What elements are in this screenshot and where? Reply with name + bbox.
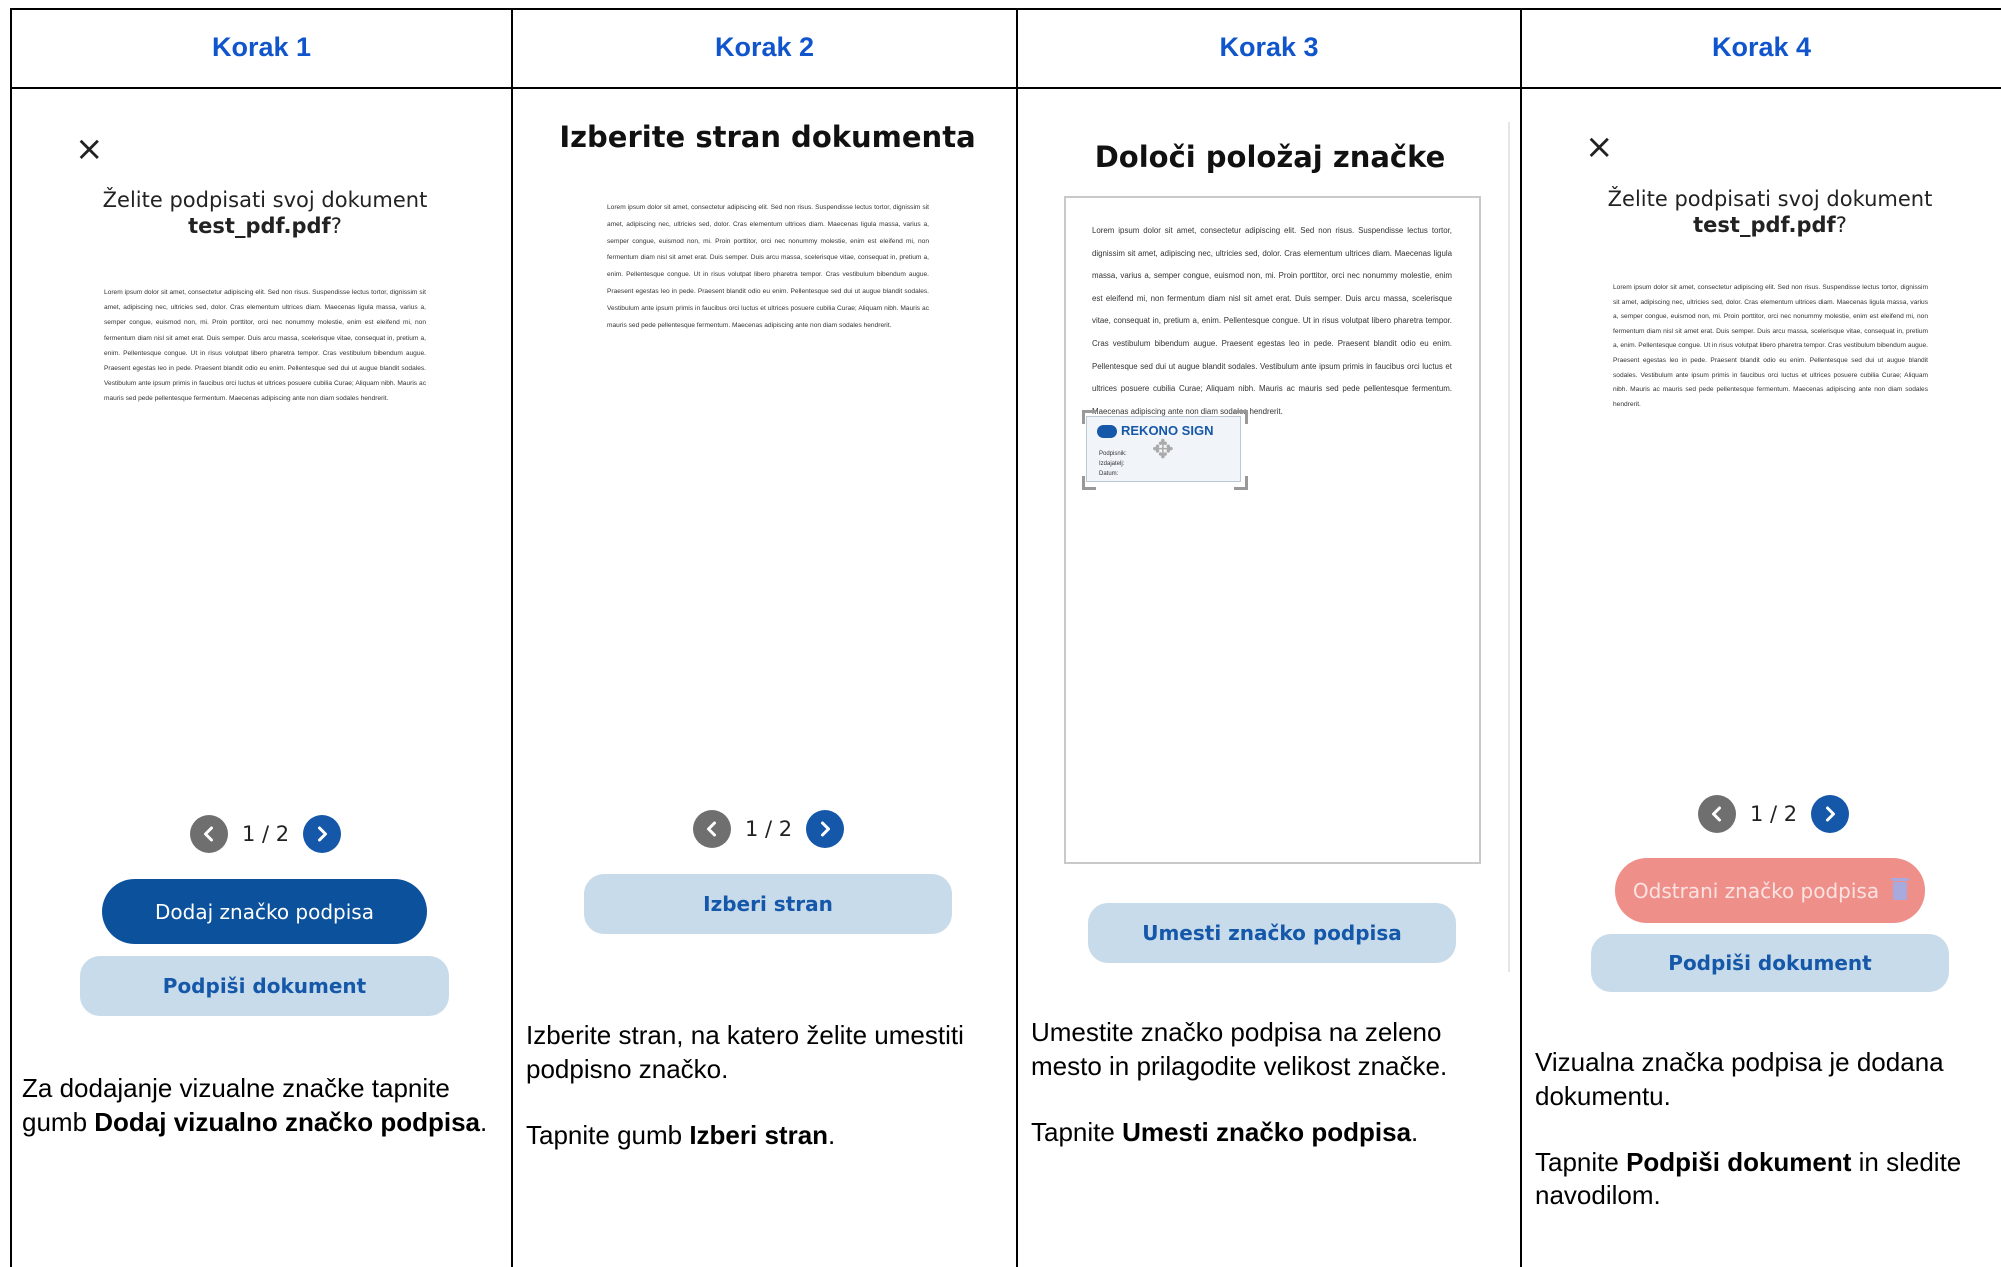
- page-pager: 1 / 2: [190, 815, 342, 853]
- step-2-description: Izberite stran, na katero želite umestit…: [526, 1020, 964, 1150]
- badge-field-date: Datum:: [1099, 471, 1119, 477]
- page-indicator: 1 / 2: [1750, 802, 1798, 826]
- chevron-right-icon: [1826, 806, 1836, 822]
- close-icon[interactable]: ×: [1585, 130, 1614, 164]
- select-page-button[interactable]: Izberi stran: [584, 874, 952, 934]
- step-3-description: Umestite značko podpisa na zeleno mesto …: [1031, 1017, 1448, 1147]
- sign-document-button[interactable]: Podpiši dokument: [80, 956, 449, 1016]
- chevron-left-icon: [204, 826, 213, 842]
- document-preview-text: Lorem ipsum dolor sit amet, consectetur …: [1613, 284, 1928, 408]
- next-page-button[interactable]: [303, 815, 342, 853]
- page-select-title: Izberite stran dokumenta: [559, 120, 976, 154]
- step-header-3: Korak 3: [1219, 32, 1319, 62]
- resize-handle-top-left[interactable]: [1082, 410, 1096, 424]
- page-indicator: 1 / 2: [242, 822, 290, 846]
- column-divider: [1520, 8, 1522, 1267]
- badge-field-issuer: Izdajatelj:: [1099, 461, 1125, 467]
- question-text: Želite podpisati svoj dokument: [102, 188, 428, 212]
- sign-question: Želite podpisati svoj dokument test_pdf.…: [80, 188, 450, 239]
- chevron-right-icon: [821, 821, 831, 837]
- remove-signature-badge-button[interactable]: Odstrani značko podpisa: [1615, 858, 1925, 923]
- column-divider: [1016, 8, 1018, 1267]
- step-header-4: Korak 4: [1711, 32, 1812, 62]
- question-mark: ?: [1835, 212, 1847, 237]
- badge-field-signer: Podpisnik:: [1099, 451, 1127, 457]
- trash-icon: [1891, 877, 1910, 900]
- next-page-button[interactable]: [1811, 795, 1850, 833]
- chevron-left-icon: [707, 821, 716, 837]
- sign-question: Želite podpisati svoj dokument test_pdf.…: [1590, 187, 1950, 238]
- previous-page-button[interactable]: [1698, 795, 1736, 833]
- resize-handle-top-right[interactable]: [1234, 410, 1248, 424]
- add-signature-badge-button[interactable]: Dodaj značko podpisa: [102, 879, 427, 944]
- document-preview-text: Lorem ipsum dolor sit amet, consectetur …: [1092, 226, 1452, 416]
- sign-document-button[interactable]: Podpiši dokument: [1591, 934, 1949, 992]
- page-pager: 1 / 2: [1698, 795, 1850, 833]
- page-pager: 1 / 2: [693, 810, 845, 848]
- move-icon[interactable]: ✥: [1152, 437, 1174, 463]
- chevron-left-icon: [1712, 806, 1721, 822]
- column-divider: [511, 8, 513, 1267]
- question-mark: ?: [330, 213, 342, 238]
- document-filename: test_pdf.pdf: [1693, 212, 1836, 237]
- step-header-2: Korak 2: [714, 32, 815, 62]
- next-page-button[interactable]: [806, 810, 845, 848]
- screen-edge: [1508, 122, 1510, 972]
- document-preview-text: Lorem ipsum dolor sit amet, consectetur …: [607, 204, 929, 329]
- page-indicator: 1 / 2: [745, 817, 793, 841]
- previous-page-button[interactable]: [190, 815, 228, 853]
- document-filename: test_pdf.pdf: [188, 213, 331, 238]
- previous-page-button[interactable]: [693, 810, 731, 848]
- chevron-right-icon: [318, 826, 328, 842]
- document-preview-text: Lorem ipsum dolor sit amet, consectetur …: [104, 289, 426, 403]
- close-icon[interactable]: ×: [75, 132, 104, 166]
- header-divider: [10, 87, 2001, 89]
- badge-position-title: Določi položaj značke: [1094, 140, 1446, 174]
- question-text: Želite podpisati svoj dokument: [1607, 187, 1933, 211]
- place-badge-button[interactable]: Umesti značko podpisa: [1088, 903, 1456, 963]
- resize-handle-bottom-right[interactable]: [1234, 476, 1248, 490]
- step-1-description: Za dodajanje vizualne značke tapnite gum…: [22, 1073, 488, 1137]
- step-header-1: Korak 1: [211, 32, 312, 62]
- resize-handle-bottom-left[interactable]: [1082, 476, 1096, 490]
- step-4-description: Vizualna značka podpisa je dodana dokume…: [1535, 1047, 1962, 1211]
